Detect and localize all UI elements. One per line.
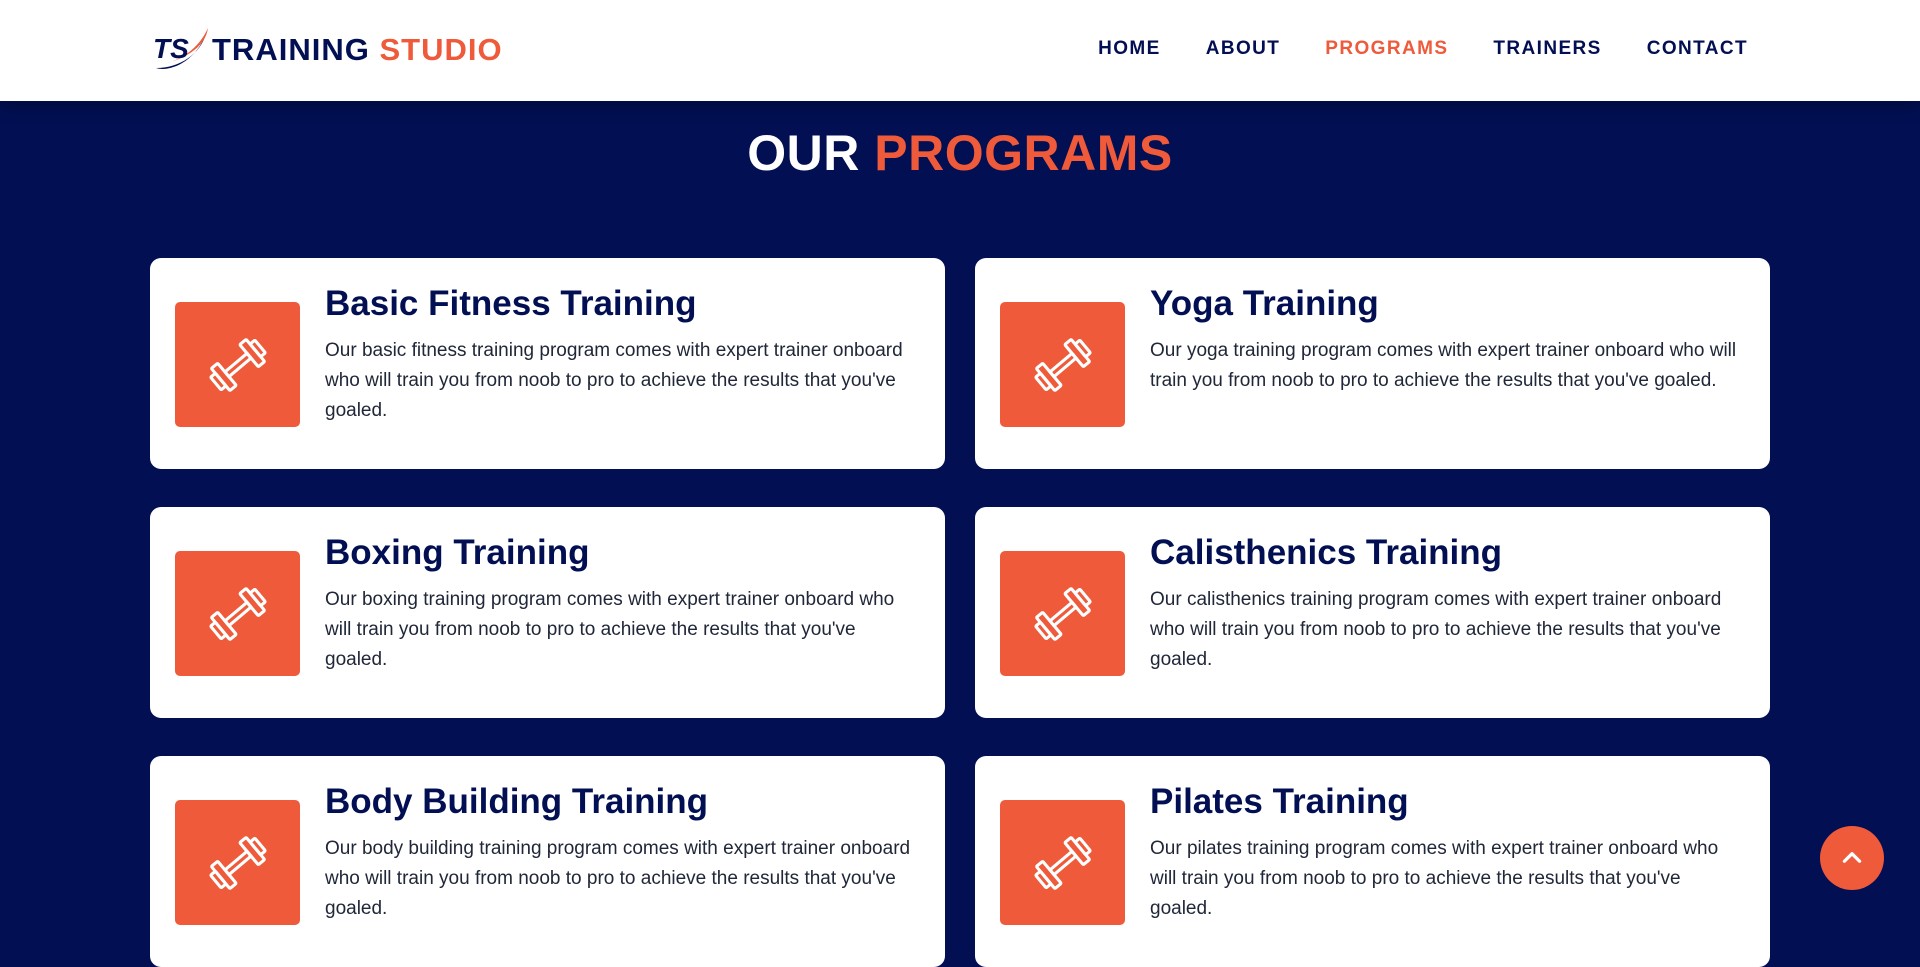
section-title-part1: OUR — [747, 125, 860, 181]
program-icon-box — [175, 551, 300, 676]
nav-home[interactable]: HOME — [1098, 38, 1161, 60]
programs-grid: Basic Fitness Training Our basic fitness… — [150, 258, 1770, 967]
dumbbell-icon — [1033, 835, 1092, 890]
program-description: Our yoga training program comes with exp… — [1150, 340, 1737, 392]
dumbbell-icon — [208, 337, 267, 392]
program-card[interactable]: Calisthenics Training Our calisthenics t… — [975, 507, 1770, 718]
nav-trainers[interactable]: TRAINERS — [1493, 38, 1601, 60]
nav-programs[interactable]: PROGRAMS — [1325, 38, 1448, 60]
program-title: Calisthenics Training — [1150, 533, 1503, 572]
program-description: Our pilates training program comes with … — [1150, 838, 1719, 920]
section-title-part2: PROGRAMS — [874, 125, 1173, 181]
program-description: Our basic fitness training program comes… — [325, 340, 903, 422]
nav-about[interactable]: ABOUT — [1206, 38, 1281, 60]
program-title: Boxing Training — [325, 533, 590, 572]
brand-logo[interactable]: TS TRAINING STUDIO — [150, 24, 503, 76]
program-icon-box — [1000, 302, 1125, 427]
dumbbell-icon — [208, 586, 267, 641]
dumbbell-icon — [208, 835, 267, 890]
program-description: Our body building training program comes… — [325, 838, 911, 920]
program-description: Our calisthenics training program comes … — [1150, 589, 1722, 671]
top-navbar: TS TRAINING STUDIO HOME ABOUT PROGRAMS T… — [0, 0, 1920, 101]
chevron-up-icon — [1842, 852, 1862, 863]
brand-name-part2: STUDIO — [379, 32, 503, 67]
brand-name-part1: TRAINING — [212, 32, 370, 67]
section-title: OUR PROGRAMS — [0, 124, 1920, 182]
program-icon-box — [1000, 551, 1125, 676]
scroll-to-top-button[interactable] — [1820, 826, 1884, 890]
program-title: Yoga Training — [1150, 284, 1379, 323]
program-card[interactable]: Yoga Training Our yoga training program … — [975, 258, 1770, 469]
dumbbell-icon — [1033, 586, 1092, 641]
main-nav: HOME ABOUT PROGRAMS TRAINERS CONTACT — [1053, 38, 1748, 60]
program-title: Pilates Training — [1150, 782, 1409, 821]
program-card[interactable]: Basic Fitness Training Our basic fitness… — [150, 258, 945, 469]
program-card[interactable]: Pilates Training Our pilates training pr… — [975, 756, 1770, 967]
program-title: Body Building Training — [325, 782, 709, 821]
program-card[interactable]: Body Building Training Our body building… — [150, 756, 945, 967]
nav-contact[interactable]: CONTACT — [1647, 38, 1748, 60]
program-title: Basic Fitness Training — [325, 284, 697, 323]
brand-name: TRAINING STUDIO — [212, 32, 503, 68]
program-card[interactable]: Boxing Training Our boxing training prog… — [150, 507, 945, 718]
program-icon-box — [175, 302, 300, 427]
dumbbell-icon — [1033, 337, 1092, 392]
program-icon-box — [1000, 800, 1125, 925]
program-icon-box — [175, 800, 300, 925]
logo-letter-t: TS — [153, 33, 189, 64]
ts-logo-icon: TS — [153, 28, 208, 69]
program-description: Our boxing training program comes with e… — [325, 589, 895, 671]
